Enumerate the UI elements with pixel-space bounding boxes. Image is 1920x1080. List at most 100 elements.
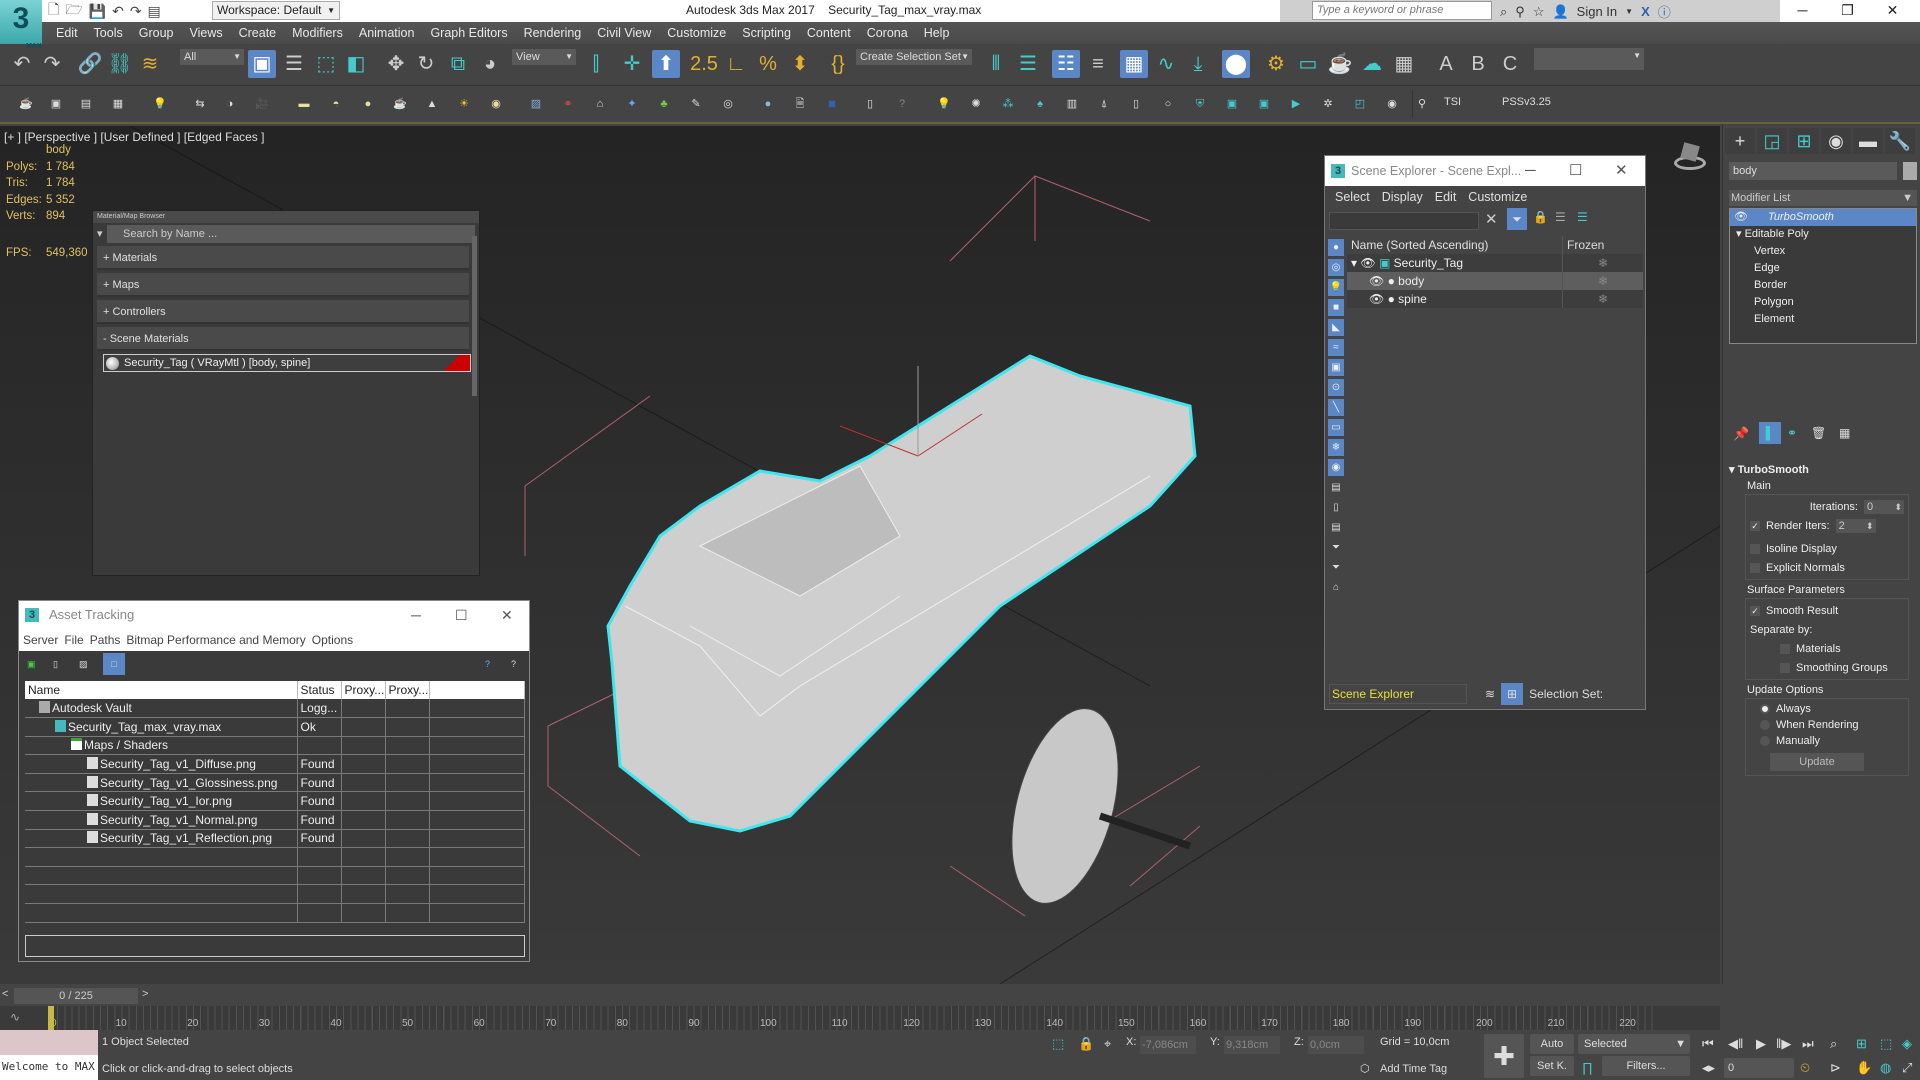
crop-icon[interactable]: ◰ [1352,96,1368,112]
z-coordinate-field[interactable]: 0,0cm [1308,1036,1364,1054]
section-maps[interactable]: + Maps [97,273,469,297]
zoom-all-icon[interactable]: ⊞ [1856,1036,1867,1052]
explorer-name-field[interactable]: Scene Explorer [1329,684,1467,704]
frame-icon[interactable]: ▯ [1128,96,1144,112]
hierarchy-mode-icon[interactable]: ⊞ [1501,683,1524,705]
find-field[interactable] [1329,212,1479,230]
x-coordinate-field[interactable]: -7,086cm [1140,1036,1196,1054]
hidden-filter-icon[interactable]: ◉ [1328,459,1344,476]
render-iters-checkbox[interactable]: ✓ [1750,520,1760,531]
trees-icon[interactable]: ♠ [1032,96,1048,112]
exchange-icon[interactable]: X [1641,4,1650,19]
tree-row-spine[interactable]: 👁 ● spine ❄ [1347,290,1643,308]
display-tab-icon[interactable]: ▬ [1853,128,1883,154]
stack-item-editable-poly[interactable]: ▾ Editable Poly [1730,226,1916,243]
reference-coordinate-dropdown[interactable]: View ▼ [512,49,576,65]
column-name[interactable]: Name (Sorted Ascending) [1347,236,1563,254]
previous-key-icon[interactable]: ◀‖ [1728,1036,1743,1052]
gem-icon[interactable]: ✦ [624,96,640,112]
search-input[interactable]: Type a keyword or phrase [1312,1,1492,20]
media-icon[interactable]: ▶ [1288,96,1304,112]
field-of-view-icon[interactable]: ⊳ [1830,1060,1841,1076]
minimize-icon[interactable]: ─ [1525,156,1536,186]
table-row[interactable]: Security_Tag_v1_Glossiness.png Found [25,773,525,793]
hierarchy-tab-icon[interactable]: ⊞ [1789,128,1819,154]
table-row[interactable]: Security_Tag_v1_Diffuse.png Found [25,754,525,774]
iterations-spinner[interactable]: 0 [1864,499,1904,514]
make-unique-icon[interactable]: ⚭ [1787,426,1797,440]
tree-row-body[interactable]: 👁 ● body ❄ [1347,272,1643,290]
display-none-icon[interactable]: ▯ [1328,499,1344,516]
redo-icon[interactable]: ↷ [130,3,142,20]
create-tab-icon[interactable]: + [1725,128,1755,154]
selection-filter-dropdown[interactable]: All ▼ [180,49,244,65]
menu-edit[interactable]: Edit [1435,186,1457,208]
molecule-icon[interactable]: ⚭ [560,96,576,112]
ring-icon[interactable]: ○ [1160,96,1176,112]
teapot-small-icon[interactable]: ☕ [392,96,408,112]
utilities-tab-icon[interactable]: 🔧 [1885,128,1915,154]
camera-icon[interactable]: 🎥 [254,96,270,112]
helpers-filter-icon[interactable]: ◣ [1328,319,1344,336]
help-circle-icon[interactable]: ? [894,96,910,112]
spacewarps-filter-icon[interactable]: ≈ [1328,339,1344,356]
material-editor-icon[interactable]: ⬤ [1222,50,1250,78]
file-lock-icon[interactable]: 🗎 [792,96,808,112]
viewcube-icon[interactable] [1672,142,1708,172]
menu-edit[interactable]: Edit [48,22,86,44]
object-name-field[interactable]: body [1729,162,1897,180]
lights-filter-icon[interactable]: 💡 [1328,279,1344,296]
select-manipulate-icon[interactable]: ✛ [618,50,646,78]
eye-icon[interactable]: 👁 [1369,292,1384,306]
table-view-icon[interactable]: □ [103,653,125,675]
filter-settings-icon[interactable]: ⏷ [1328,539,1344,556]
hierarchy-icon[interactable]: ☰ [1555,210,1566,224]
container-icon[interactable]: ⌂ [1328,579,1344,596]
c-teapot-icon[interactable]: C [1496,50,1524,78]
when-rendering-radio[interactable] [1760,720,1770,730]
render-preset-dropdown[interactable]: ▼ [1534,48,1644,70]
cone-icon[interactable]: ▲ [424,96,440,112]
motion-tab-icon[interactable]: ◉ [1821,128,1851,154]
bones-filter-icon[interactable]: ╲ [1328,399,1344,416]
table-row[interactable]: Security_Tag_v1_Ior.png Found [25,791,525,812]
cameras-filter-icon[interactable]: ■ [1328,299,1344,316]
goto-end-icon[interactable]: ⏭ [1802,1036,1814,1052]
menu-create[interactable]: Create [231,22,285,44]
help-icon[interactable]: ? [485,659,490,669]
eye-icon[interactable]: ◉ [1384,96,1400,112]
menu-civil-view[interactable]: Civil View [589,22,659,44]
render-window-icon[interactable]: ▣ [48,96,64,112]
glass-sphere-icon[interactable]: ● [760,96,776,112]
star-icon[interactable]: ☆ [1533,4,1545,20]
materials-checkbox[interactable] [1780,643,1790,654]
tsi-label[interactable]: TSI [1444,96,1461,108]
scene-explorer-toggle-icon[interactable]: ☷ [1052,50,1080,78]
pss-label[interactable]: PSSv3.25 [1502,96,1551,108]
collapse-triangle-icon[interactable]: ▾ [1736,228,1742,240]
material-search-input[interactable]: Search by Name ... [97,225,475,243]
bind-space-warp-icon[interactable]: ≋ [136,50,164,78]
layer-hierarchy-icon[interactable]: ☰ [1577,210,1588,224]
close-icon[interactable]: ✕ [501,601,513,629]
menu-graph-editors[interactable]: Graph Editors [422,22,515,44]
frozen-icon[interactable]: ❄ [1563,254,1643,272]
shapes-filter-icon[interactable]: ◎ [1328,259,1344,276]
menu-server[interactable]: Server [23,629,58,651]
set-key-big-button[interactable]: ✚ [1484,1034,1524,1078]
phone-icon[interactable]: ▯ [862,96,878,112]
add-time-tag-button[interactable]: Add Time Tag [1380,1063,1447,1075]
scatter-icon[interactable]: ⁂ [1000,96,1016,112]
layers-icon[interactable]: ≋ [1485,687,1495,701]
menu-rendering[interactable]: Rendering [516,22,590,44]
filter-icon[interactable]: ⏷ [1507,208,1527,230]
previous-frame-button[interactable]: < [2,988,8,1000]
list-icon[interactable]: ▤ [78,96,94,112]
xrefs-filter-icon[interactable]: ⊙ [1328,379,1344,396]
geometry-filter-icon[interactable]: ● [1328,239,1344,256]
menu-modifiers[interactable]: Modifiers [284,22,351,44]
menu-customize[interactable]: Customize [1468,186,1527,208]
display-all-icon[interactable]: ▤ [1328,479,1344,496]
pin-stack-icon[interactable]: 📌 [1733,426,1749,442]
next-key-icon[interactable]: ‖▶ [1776,1036,1791,1052]
